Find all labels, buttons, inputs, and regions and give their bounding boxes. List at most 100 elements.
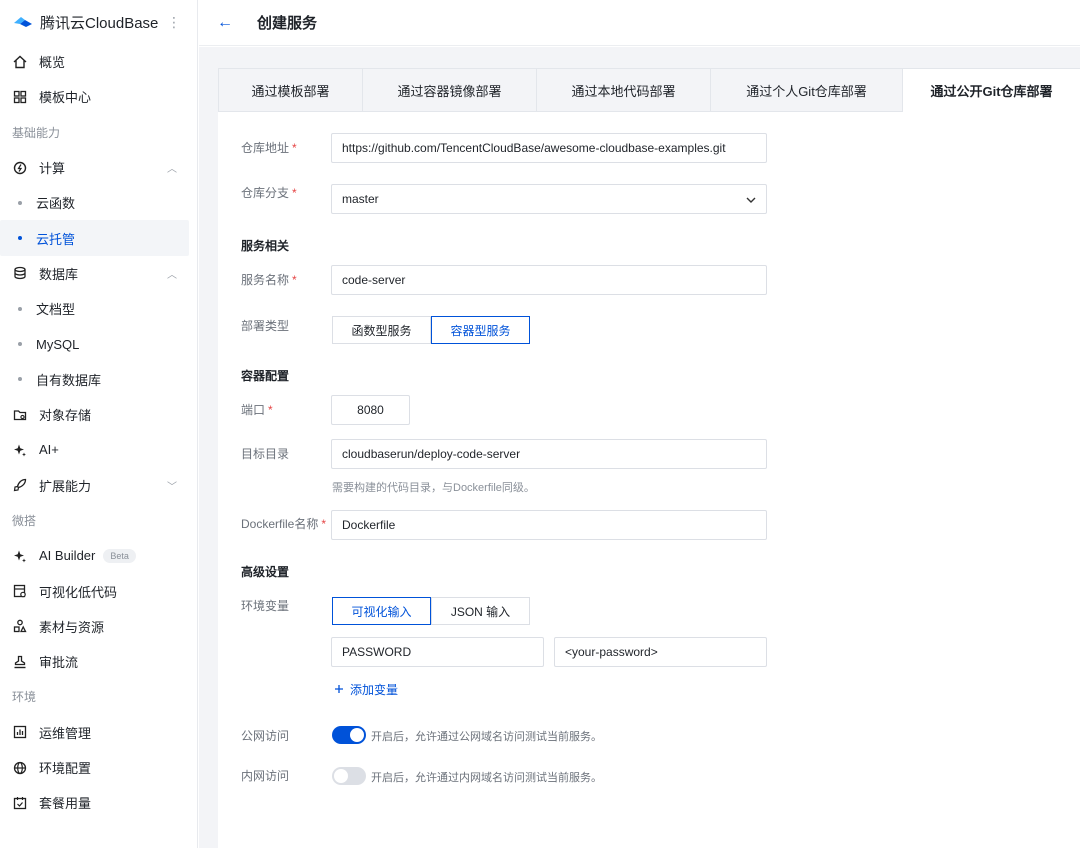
container-type-button[interactable]: 容器型服务	[431, 316, 530, 344]
sidebar-item-compute[interactable]: 计算 ︿	[0, 150, 197, 185]
sidebar-item-ai-plus[interactable]: AI+	[0, 432, 197, 467]
service-name-label: 服务名称 *	[241, 273, 297, 287]
brand[interactable]: 腾讯云CloudBase ⋮	[0, 0, 197, 44]
chevron-up-icon[interactable]: ︿	[167, 160, 177, 175]
sidebar-item-plan-usage[interactable]: 套餐用量	[0, 785, 197, 820]
public-access-toggle[interactable]	[332, 726, 366, 744]
port-input[interactable]: 8080	[331, 395, 410, 425]
sidebar-item-cloud-hosting[interactable]: 云托管	[0, 220, 189, 256]
sidebar: 腾讯云CloudBase ⋮ 概览 模板中心 基础能力 计算 ︿ 云函数 云托管…	[0, 0, 198, 848]
tab-public-git[interactable]: 通过公开Git仓库部署	[903, 68, 1080, 112]
add-variable-label: 添加变量	[350, 683, 399, 697]
target-dir-label: 目标目录	[241, 447, 290, 461]
sidebar-item-ops[interactable]: 运维管理	[0, 715, 197, 750]
toggle-knob	[334, 769, 348, 783]
more-icon[interactable]: ⋮	[167, 14, 185, 31]
deploy-tabs: 通过模板部署 通过容器镜像部署 通过本地代码部署 通过个人Git仓库部署 通过公…	[218, 68, 1080, 112]
sidebar-item-extensions[interactable]: 扩展能力 ﹀	[0, 468, 197, 503]
page-header: ← 创建服务	[199, 0, 1080, 46]
sidebar-item-mysql[interactable]: MySQL	[0, 326, 197, 361]
chevron-down-icon	[746, 192, 756, 206]
sidebar-item-label: 运维管理	[39, 725, 92, 741]
env-visual-button[interactable]: 可视化输入	[332, 597, 431, 625]
compute-icon	[12, 160, 28, 176]
bullet-icon	[18, 342, 22, 347]
toggle-knob	[350, 728, 364, 742]
env-value-input[interactable]: <your-password>	[554, 637, 767, 667]
sidebar-item-ai-builder[interactable]: AI Builder Beta	[0, 538, 197, 573]
sidebar-item-label: 云托管	[36, 231, 76, 247]
repo-label: 仓库地址 *	[241, 141, 297, 155]
sidebar-item-database[interactable]: 数据库 ︿	[0, 256, 197, 291]
sidebar-item-storage[interactable]: 对象存储	[0, 397, 197, 432]
dockerfile-row: Dockerfile名称 *	[241, 510, 331, 538]
service-section-title: 服务相关	[241, 239, 290, 253]
home-icon	[12, 54, 28, 70]
sidebar-item-label: 数据库	[39, 266, 79, 282]
advanced-section-title: 高级设置	[241, 565, 290, 579]
tab-personal-git[interactable]: 通过个人Git仓库部署	[711, 68, 903, 112]
branch-row: 仓库分支 *	[241, 179, 331, 207]
dockerfile-input[interactable]: Dockerfile	[331, 510, 767, 540]
private-access-label: 内网访问	[241, 769, 290, 783]
public-access-text: 开启后，允许通过公网域名访问测试当前服务。	[371, 731, 602, 743]
private-access-text: 开启后，允许通过内网域名访问测试当前服务。	[371, 772, 602, 784]
database-icon	[12, 265, 28, 281]
sidebar-item-label: 自有数据库	[36, 372, 102, 388]
stamp-icon	[12, 654, 28, 670]
sidebar-item-label: 文档型	[36, 302, 76, 318]
dockerfile-label: Dockerfile名称 *	[241, 517, 327, 531]
sidebar-item-approval[interactable]: 审批流	[0, 644, 197, 679]
sidebar-item-doc-db[interactable]: 文档型	[0, 291, 197, 326]
sidebar-item-own-db[interactable]: 自有数据库	[0, 362, 197, 397]
private-access-row: 内网访问	[241, 762, 331, 790]
target-dir-input[interactable]: cloudbaserun/deploy-code-server	[331, 439, 767, 469]
globe-icon	[12, 760, 28, 776]
sidebar-item-label: 环境配置	[39, 761, 92, 777]
chevron-up-icon[interactable]: ︿	[167, 266, 177, 281]
sidebar-item-templates[interactable]: 模板中心	[0, 79, 197, 114]
sidebar-item-label: 套餐用量	[39, 796, 92, 812]
chart-icon	[12, 724, 28, 740]
folder-icon	[12, 407, 28, 423]
chevron-down-icon[interactable]: ﹀	[167, 478, 177, 493]
function-type-button[interactable]: 函数型服务	[332, 316, 431, 344]
env-row: 环境变量	[241, 592, 331, 620]
env-key-input[interactable]: PASSWORD	[331, 637, 544, 667]
sidebar-item-label: 可视化低代码	[39, 584, 118, 600]
env-json-button[interactable]: JSON 输入	[431, 597, 530, 625]
sidebar-item-label: 扩展能力	[39, 478, 92, 494]
bullet-icon	[18, 236, 22, 241]
cloudbase-logo-icon	[12, 15, 34, 29]
sidebar-item-overview[interactable]: 概览	[0, 44, 197, 79]
tab-template[interactable]: 通过模板部署	[218, 68, 363, 112]
bullet-icon	[18, 377, 22, 382]
tab-container-image[interactable]: 通过容器镜像部署	[363, 68, 537, 112]
section-env: 环境	[12, 690, 37, 705]
sidebar-item-assets[interactable]: 素材与资源	[0, 609, 197, 644]
section-weida: 微搭	[12, 514, 37, 528]
sidebar-item-label: 计算	[39, 161, 66, 177]
grid-icon	[12, 89, 28, 105]
sidebar-item-lowcode[interactable]: 可视化低代码	[0, 573, 197, 608]
sidebar-item-label: 对象存储	[39, 408, 92, 424]
add-variable-button[interactable]: 添加变量	[334, 681, 398, 698]
repo-url-input[interactable]: https://github.com/TencentCloudBase/awes…	[331, 133, 767, 163]
sidebar-item-label: 素材与资源	[39, 619, 105, 635]
target-dir-hint: 需要构建的代码目录，与Dockerfile同级。	[332, 482, 535, 494]
sidebar-item-label: AI Builder	[39, 548, 96, 564]
sidebar-item-env-config[interactable]: 环境配置	[0, 750, 197, 785]
sidebar-item-cloud-functions[interactable]: 云函数	[0, 185, 197, 220]
back-arrow-icon[interactable]: ←	[217, 14, 233, 32]
public-access-label: 公网访问	[241, 729, 290, 743]
page-title: 创建服务	[257, 15, 318, 32]
sparkle-icon	[12, 548, 28, 564]
deploy-type-label: 部署类型	[241, 319, 290, 333]
private-access-toggle[interactable]	[332, 767, 366, 785]
branch-select[interactable]: master	[331, 184, 767, 214]
rocket-icon	[12, 477, 28, 493]
service-name-input[interactable]: code-server	[331, 265, 767, 295]
section-basic: 基础能力	[12, 125, 61, 140]
tab-local-code[interactable]: 通过本地代码部署	[537, 68, 711, 112]
branch-value: master	[342, 192, 379, 206]
